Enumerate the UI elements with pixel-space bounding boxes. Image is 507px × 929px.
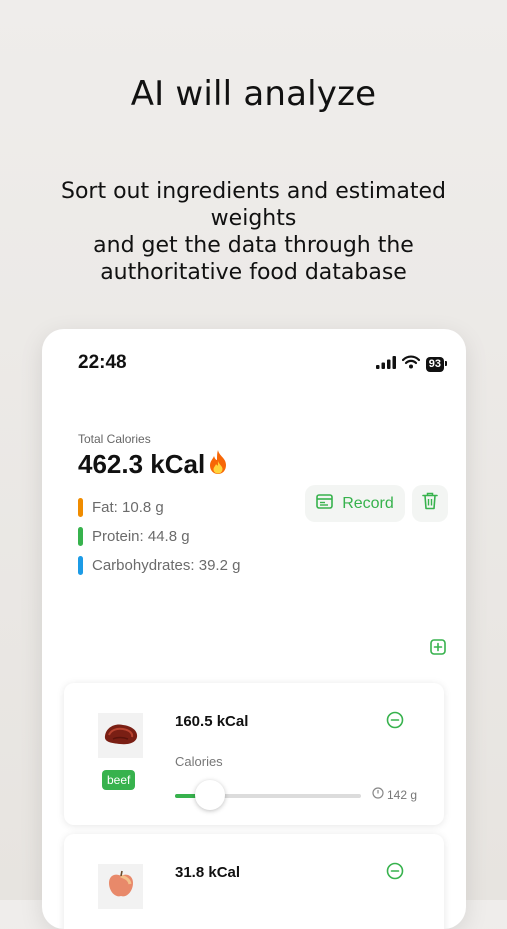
macro-protein: Protein: 44.8 g xyxy=(78,527,190,546)
total-calories-label: Total Calories xyxy=(78,432,151,446)
food-card: 31.8 kCal xyxy=(64,834,444,929)
food-tag: beef xyxy=(102,770,136,790)
food-thumbnail xyxy=(98,713,143,758)
food-thumbnail xyxy=(98,864,143,909)
clock-icon xyxy=(372,787,384,802)
promo-headline: AI will analyze xyxy=(130,74,377,114)
remove-food-button[interactable] xyxy=(386,711,404,734)
minus-circle-icon xyxy=(386,711,404,733)
plus-square-icon xyxy=(430,639,446,659)
slider-thumb[interactable] xyxy=(195,780,225,810)
promo-subtitle: Sort out ingredients and estimated weigh… xyxy=(40,178,467,286)
promo-subtitle-line: and get the data through the xyxy=(93,233,414,258)
promo-subtitle-line: weights xyxy=(210,206,297,231)
calories-label: Calories xyxy=(175,754,223,769)
record-label: Record xyxy=(342,494,394,512)
battery-icon: 93 xyxy=(425,357,448,372)
macro-fat: Fat: 10.8 g xyxy=(78,498,164,517)
weight-value: 142 g xyxy=(372,787,417,802)
macro-carbohydrates: Carbohydrates: 39.2 g xyxy=(78,556,240,575)
record-button[interactable]: Record xyxy=(305,485,405,522)
weight-text: 142 g xyxy=(387,787,418,802)
carbohydrates-color-bar xyxy=(78,556,83,575)
fat-color-bar xyxy=(78,498,83,517)
total-calories-value: 462.3 kCal xyxy=(78,449,229,482)
beef-icon xyxy=(101,718,141,753)
trash-icon xyxy=(422,492,438,515)
weight-slider[interactable] xyxy=(175,780,361,810)
signal-icon xyxy=(375,355,396,374)
fire-icon xyxy=(207,449,229,482)
status-icons: 93 xyxy=(375,355,448,374)
food-kcal: 160.5 kCal xyxy=(175,713,249,730)
wifi-icon xyxy=(401,355,420,374)
macro-protein-label: Protein: 44.8 g xyxy=(92,528,190,545)
delete-button[interactable] xyxy=(412,485,448,522)
minus-circle-icon xyxy=(386,862,404,884)
remove-food-button[interactable] xyxy=(386,862,404,885)
food-kcal: 31.8 kCal xyxy=(175,864,241,881)
promo-subtitle-line: Sort out ingredients and estimated xyxy=(60,179,447,204)
add-food-button[interactable] xyxy=(430,639,446,660)
total-calories-number: 462.3 kCal xyxy=(78,449,206,479)
protein-color-bar xyxy=(78,527,83,546)
record-icon xyxy=(316,493,334,514)
food-card: beef 160.5 kCal Calories 142 g xyxy=(64,683,444,825)
promo-subtitle-line: authoritative food database xyxy=(100,260,407,285)
macro-fat-label: Fat: 10.8 g xyxy=(92,499,164,516)
macro-carbohydrates-label: Carbohydrates: 39.2 g xyxy=(92,557,241,574)
phone-screen: 22:48 93 Total Calories 462.3 kCal Fat: … xyxy=(42,329,466,929)
apple-icon xyxy=(104,867,138,906)
status-time: 22:48 xyxy=(78,352,127,373)
